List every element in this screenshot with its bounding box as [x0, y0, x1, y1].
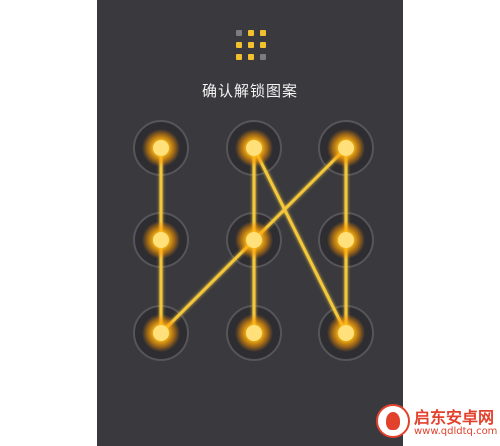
pattern-node-core: [153, 140, 169, 156]
pattern-node-core: [246, 232, 262, 248]
page: 确认解锁图案 启东安卓网 www.qdldtq.com: [0, 0, 500, 446]
pattern-node-9[interactable]: [327, 314, 365, 352]
pattern-node-3[interactable]: [327, 129, 365, 167]
pattern-node-8[interactable]: [235, 314, 273, 352]
pattern-node-5[interactable]: [235, 221, 273, 259]
pattern-node-core: [338, 232, 354, 248]
pattern-node-4[interactable]: [142, 221, 180, 259]
pattern-node-2[interactable]: [235, 129, 273, 167]
watermark-name: 启东安卓网: [414, 408, 495, 427]
pattern-node-6[interactable]: [327, 221, 365, 259]
pattern-node-7[interactable]: [142, 314, 180, 352]
pattern-node-core: [153, 232, 169, 248]
watermark: 启东安卓网 www.qdldtq.com: [376, 400, 498, 444]
watermark-url: www.qdldtq.com: [414, 426, 498, 437]
pattern-node-core: [338, 140, 354, 156]
pattern-node-1[interactable]: [142, 129, 180, 167]
pattern-node-core: [246, 140, 262, 156]
pattern-lock-grid[interactable]: [97, 0, 403, 446]
pattern-node-core: [338, 325, 354, 341]
pattern-node-core: [246, 325, 262, 341]
watermark-logo-icon: [376, 404, 410, 438]
pattern-node-core: [153, 325, 169, 341]
lock-screen: 确认解锁图案: [97, 0, 403, 446]
